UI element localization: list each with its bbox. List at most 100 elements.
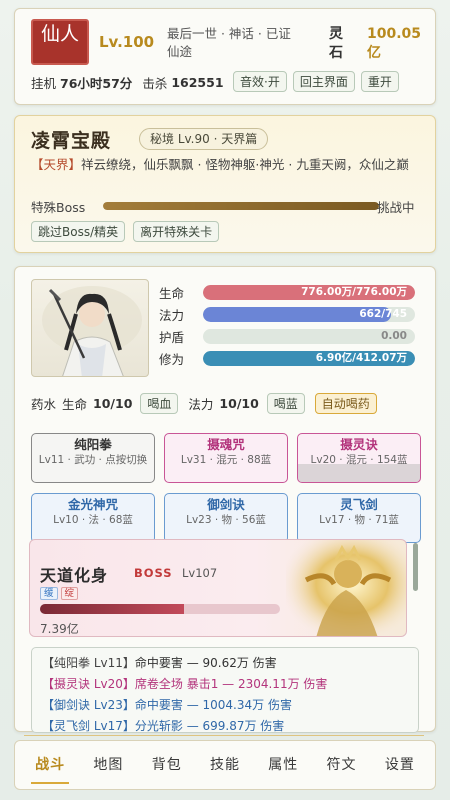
nav-item-inventory[interactable]: 背包 [148,740,186,790]
kills-value: 162551 [171,75,224,90]
stat-hp-label: 生命 [159,286,185,301]
log-line: 【御剑诀 Lv23】命中要害 — 1004.34万 伤害 [42,695,408,716]
dungeon-buttons: 跳过Boss/精英 离开特殊关卡 [31,221,220,242]
skill-card[interactable]: 御剑诀 Lv23 · 物 · 56蓝 [164,493,288,543]
skill-name: 灵飞剑 [340,497,378,512]
restart-button[interactable]: 重开 [360,71,399,92]
nav-item-settings[interactable]: 设置 [381,740,419,790]
dungeon-panel: 凌霄宝殿 秘境 Lv.90 · 天界篇 【天界】祥云缭绕，仙乐飘飘 · 怪物神躯… [14,115,436,253]
boss-tag: BOSS [134,566,173,580]
log-skill: 【御剑诀 Lv23】 [42,698,135,712]
skill-info: Lv17 · 物 · 71蓝 [319,514,399,526]
skill-name: 纯阳拳 [74,437,112,452]
potion-mp-label: 法力 [188,397,214,412]
log-text: 命中要害 — 1004.34万 伤害 [134,698,292,712]
boss-hp-fill [40,604,184,614]
log-skill: 【摄灵诀 Lv20】 [42,677,135,691]
stat-shield-bar: 0.00 [203,329,415,344]
debuff-bleed: 绽 [60,587,79,600]
dungeon-description: 【天界】祥云缭绕，仙乐飘飘 · 怪物神躯·神光 · 九重天阙，众仙之巅 [31,156,423,174]
nav-item-battle[interactable]: 战斗 [31,740,70,790]
nav-item-map[interactable]: 地图 [89,740,127,790]
special-boss-progress [103,202,379,210]
stat-mp: 法力 662/745 [159,305,415,324]
skill-info: Lv23 · 物 · 56蓝 [186,514,266,526]
nav-item-attributes[interactable]: 属性 [264,740,302,790]
kills-label: 击杀 [142,76,168,91]
idle-stats: 挂机 76小时57分 击杀 162551 [31,73,224,92]
stat-cultivation-label: 修为 [159,352,185,367]
auto-potion-button[interactable]: 自动喝药 [314,393,377,414]
dungeon-tag: 秘境 Lv.90 · 天界篇 [139,128,269,150]
skill-card[interactable]: 摄魂咒 Lv31 · 混元 · 88蓝 [164,433,288,483]
stat-hp: 生命 776.00万/776.00万 [159,283,415,302]
boss-card[interactable]: 天道化身 BOSS Lv107 缓 绽 7.39亿 [29,539,407,637]
log-line: 【灵飞剑 Lv17】分光斩影 — 699.87万 伤害 [42,716,408,733]
boss-debuffs: 缓 绽 [40,587,79,600]
stat-mp-bar: 662/745 [203,307,415,322]
skill-list-scrollbar[interactable] [413,543,418,591]
stat-shield-label: 护盾 [159,330,185,345]
main-menu-button[interactable]: 回主界面 [292,71,355,92]
player-description: 最后一世 · 神话 · 已证仙途 [167,26,291,59]
log-text: 命中要害 — 90.62万 伤害 [134,656,277,670]
skill-card[interactable]: 纯阳拳 Lv11 · 武功 · 点按切换 [31,433,155,483]
stat-cultivation-bar: 6.90亿/412.07万 [203,351,415,366]
boss-state: 挑战中 [377,200,415,215]
log-line: 【摄灵诀 Lv20】席卷全场 暴击1 — 2304.11万 伤害 [42,674,408,695]
spirit-stone-value: 100.05亿 [367,26,422,61]
stat-mp-value: 662/745 [359,308,407,320]
dungeon-realm: 【天界】 [31,157,82,172]
nav-divider [24,735,424,736]
nav-item-skills[interactable]: 技能 [206,740,244,790]
skill-name: 御剑诀 [207,497,245,512]
skill-info: Lv31 · 混元 · 88蓝 [180,454,272,466]
log-line: 【纯阳拳 Lv11】命中要害 — 90.62万 伤害 [42,653,408,674]
potion-label: 药水 [31,397,57,412]
status-header: 仙人 Lv.100 最后一世 · 神话 · 已证仙途 灵石 100.05亿 挂机… [14,8,436,105]
skill-name: 摄灵诀 [340,437,378,452]
skill-card[interactable]: 金光神咒 Lv10 · 法 · 68蓝 [31,493,155,543]
character-portrait [31,279,149,377]
stat-hp-bar: 776.00万/776.00万 [203,285,415,300]
log-text: 席卷全场 暴击1 — 2304.11万 伤害 [134,677,328,691]
leave-special-button[interactable]: 离开特殊关卡 [133,221,220,242]
potion-mp-count: 10/10 [219,396,259,411]
idle-time: 76小时57分 [60,76,133,91]
sound-toggle-button[interactable]: 音效·开 [233,71,287,92]
stat-hp-value: 776.00万/776.00万 [301,286,407,298]
nav-item-runes[interactable]: 符文 [323,740,361,790]
character-portrait-art [42,286,142,376]
skill-grid: 纯阳拳 Lv11 · 武功 · 点按切换 摄魂咒 Lv31 · 混元 · 88蓝 摄… [31,433,421,543]
combat-log[interactable]: 【纯阳拳 Lv11】命中要害 — 90.62万 伤害 【摄灵诀 Lv20】席卷全… [31,647,419,733]
dungeon-title: 凌霄宝殿 [31,130,112,152]
skill-name: 金光神咒 [67,497,118,512]
skill-info: Lv11 · 武功 · 点按切换 [38,454,148,466]
skill-info: Lv10 · 法 · 68蓝 [53,514,133,526]
potion-hp-label: 生命 [62,397,88,412]
stat-shield: 护盾 0.00 [159,327,415,346]
skill-card[interactable]: 灵飞剑 Lv17 · 物 · 71蓝 [297,493,421,543]
dungeon-desc-text: 祥云缭绕，仙乐飘飘 · 怪物神躯·神光 · 九重天阙，众仙之巅 [81,157,409,172]
drink-mp-button[interactable]: 喝蓝 [266,393,305,414]
skip-boss-button[interactable]: 跳过Boss/精英 [31,221,126,242]
drink-hp-button[interactable]: 喝血 [140,393,179,414]
potion-row: 药水 生命 10/10 喝血 法力 10/10 喝蓝 自动喝药 [31,393,387,414]
boss-name: 天道化身 [40,566,109,585]
stat-mp-label: 法力 [159,308,185,323]
boss-portrait [286,540,406,636]
log-text: 分光斩影 — 699.87万 伤害 [134,719,285,733]
stat-cultivation: 修为 6.90亿/412.07万 [159,349,415,368]
stat-cultivation-value: 6.90亿/412.07万 [315,352,407,364]
idle-label: 挂机 [31,76,57,91]
potion-hp-count: 10/10 [93,396,133,411]
player-level: Lv.100 [99,33,155,51]
log-skill: 【灵飞剑 Lv17】 [42,719,135,733]
debuff-slow: 缓 [40,587,58,600]
boss-hp-bar [40,604,280,614]
skill-card[interactable]: 摄灵诀 Lv20 · 混元 · 154蓝 [297,433,421,483]
spirit-stone-label: 灵石 [329,26,343,61]
header-buttons: 音效·开 回主界面 重开 [233,71,399,92]
skill-info: Lv20 · 混元 · 154蓝 [310,454,408,466]
special-boss-label: 特殊Boss [31,200,86,215]
